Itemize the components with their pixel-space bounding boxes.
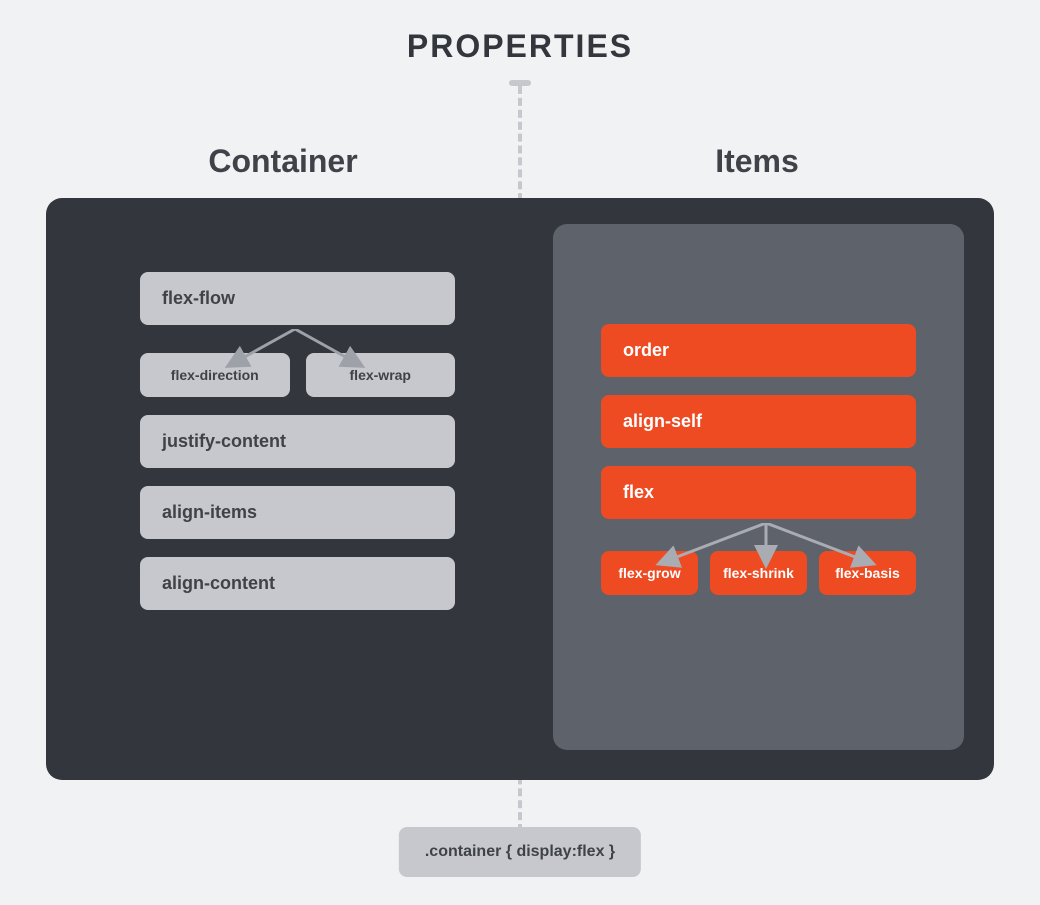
prop-flex-grow: flex-grow <box>601 551 698 595</box>
prop-flex-basis: flex-basis <box>819 551 916 595</box>
items-column: order align-self flex flex-grow flex-shr… <box>553 224 964 750</box>
prop-flex-direction: flex-direction <box>140 353 290 397</box>
main-panel: flex-flow flex-direction flex-wrap justi… <box>46 198 994 780</box>
prop-flex: flex <box>601 466 916 519</box>
caption-code: .container { display:flex } <box>399 827 641 877</box>
prop-align-content: align-content <box>140 557 455 610</box>
prop-align-items: align-items <box>140 486 455 539</box>
column-headers: Container Items <box>46 143 994 180</box>
container-column: flex-flow flex-direction flex-wrap justi… <box>76 224 519 750</box>
prop-flex-wrap: flex-wrap <box>306 353 456 397</box>
column-header-items: Items <box>520 143 994 180</box>
prop-flex-shrink: flex-shrink <box>710 551 807 595</box>
page-title: PROPERTIES <box>0 0 1040 65</box>
column-header-container: Container <box>46 143 520 180</box>
divider-cap-icon <box>509 80 531 86</box>
prop-justify-content: justify-content <box>140 415 455 468</box>
prop-align-self: align-self <box>601 395 916 448</box>
prop-order: order <box>601 324 916 377</box>
prop-flex-flow: flex-flow <box>140 272 455 325</box>
